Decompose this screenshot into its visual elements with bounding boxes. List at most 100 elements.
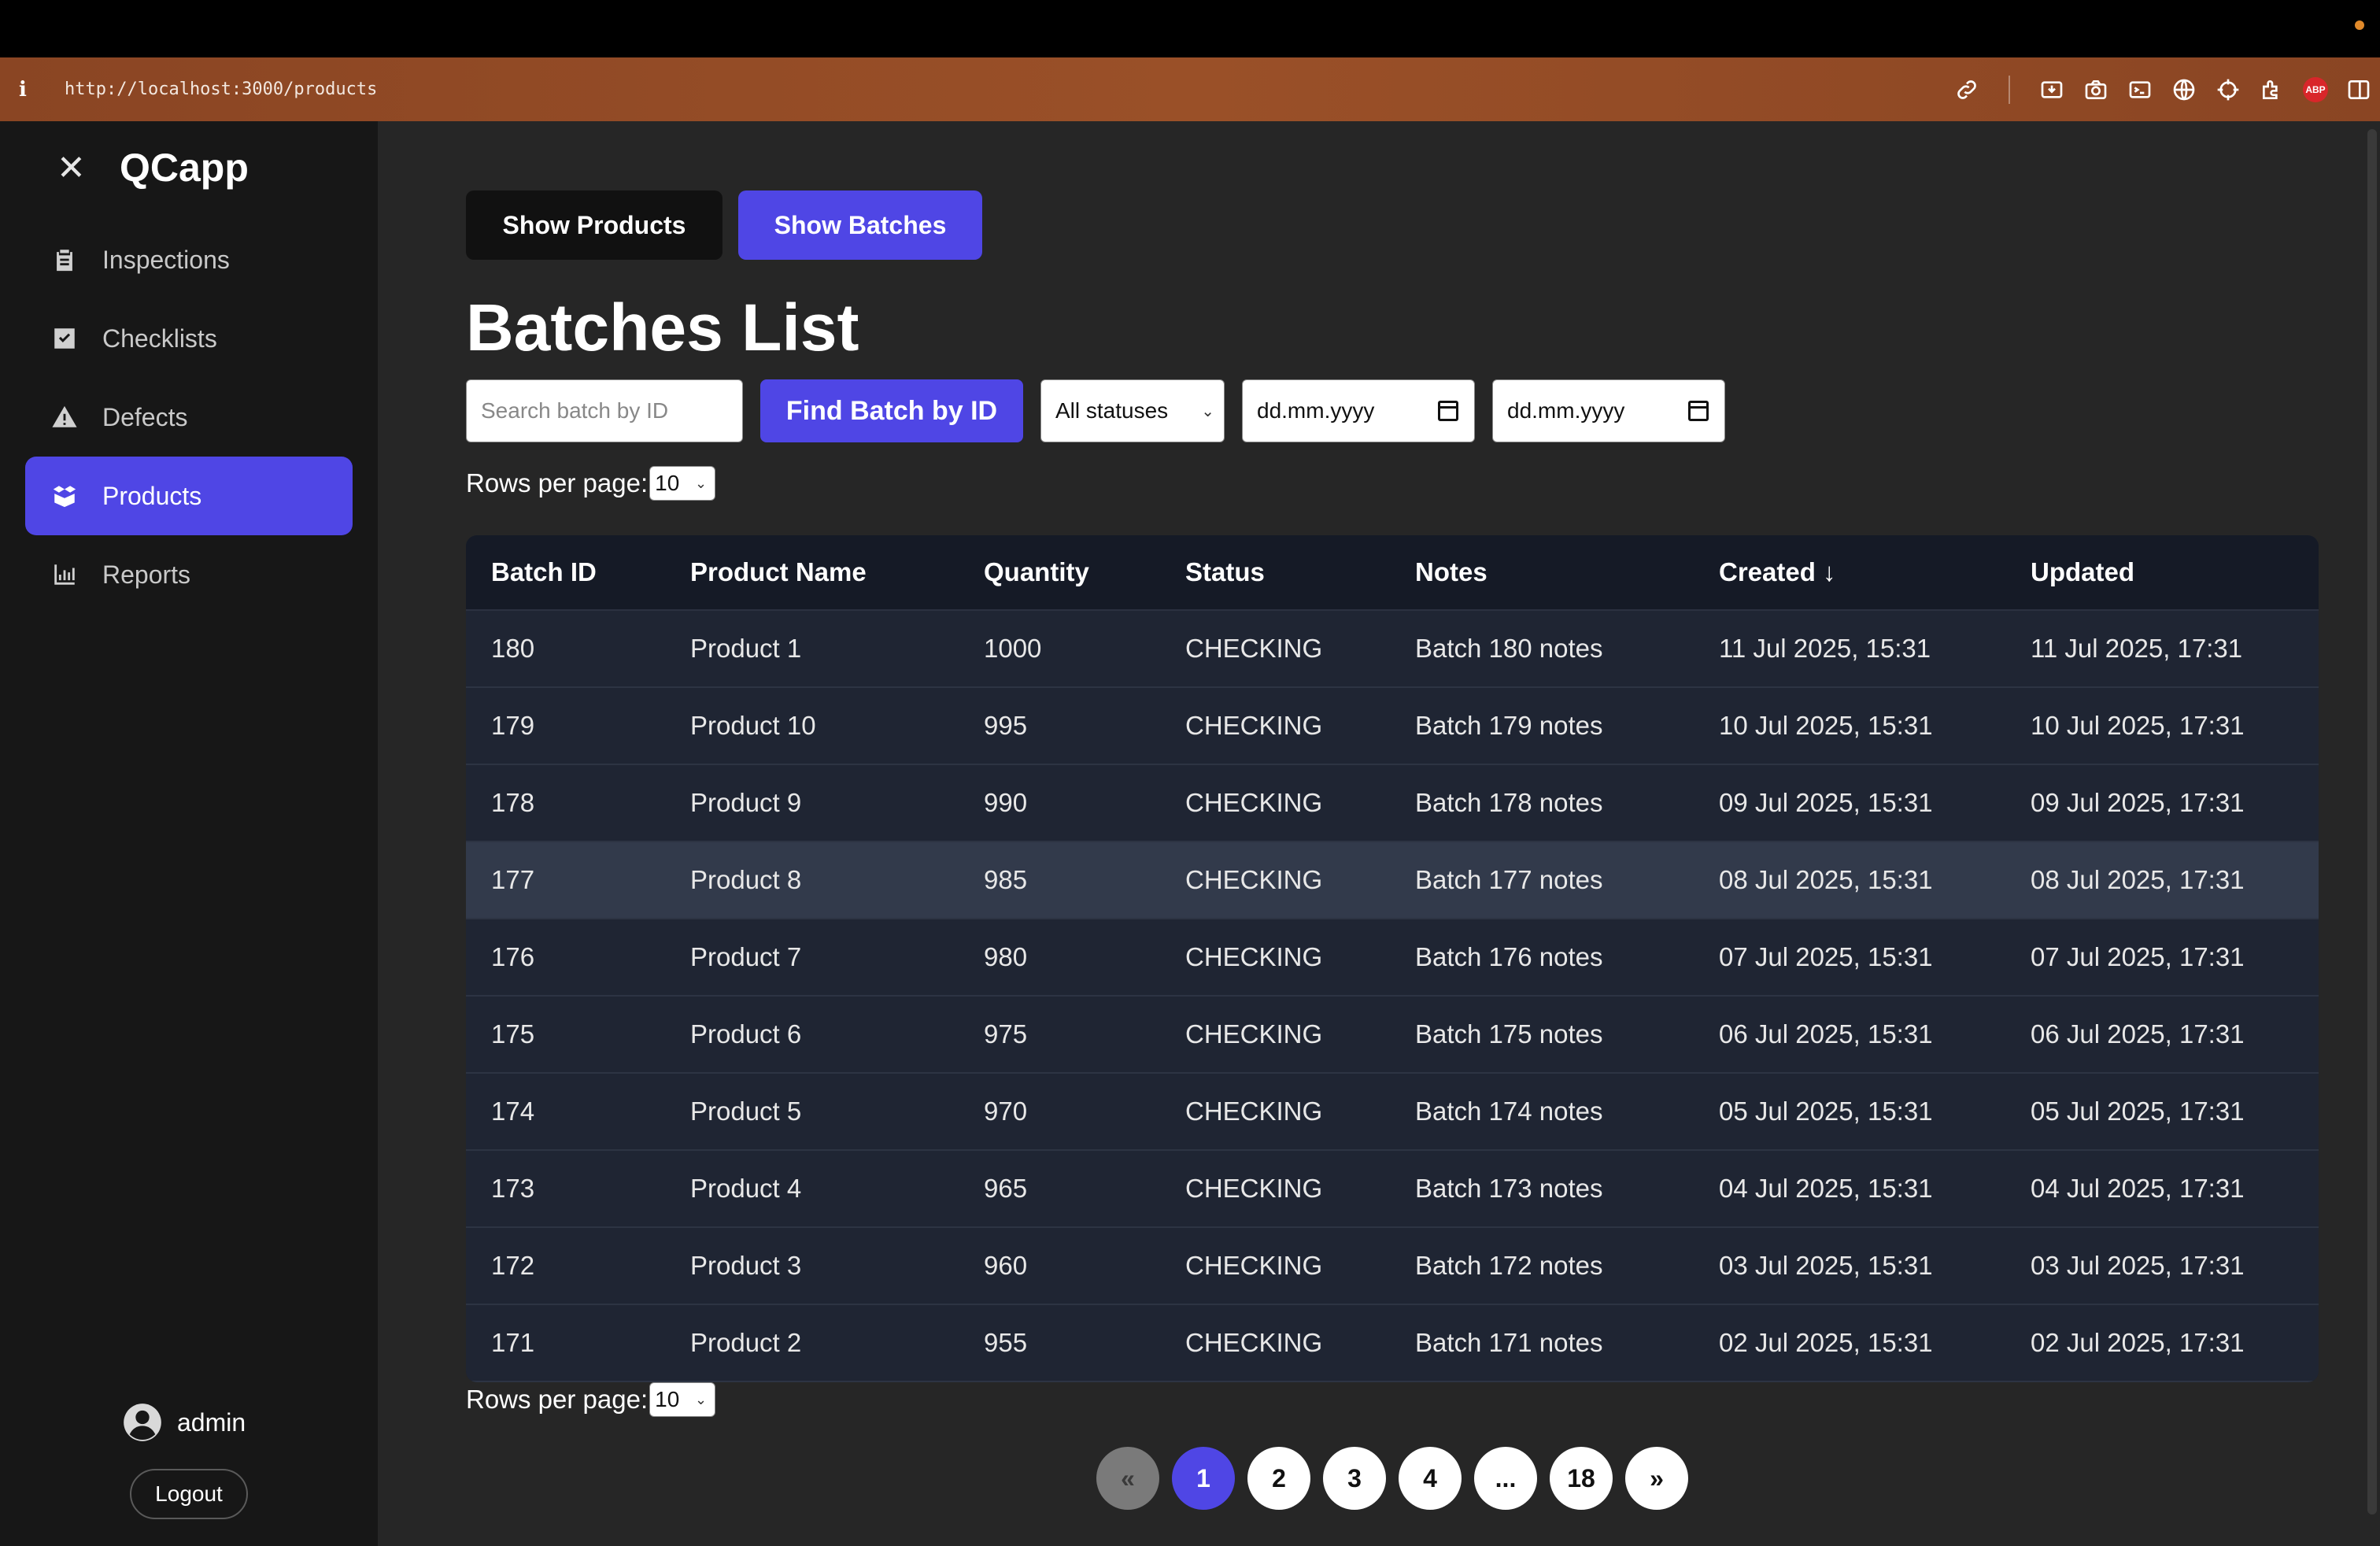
cell-quantity: 970 xyxy=(984,1097,1028,1126)
sidebar: ✕ QCapp Inspections Checklists Defects P… xyxy=(0,121,378,1546)
column-header-batch-id[interactable]: Batch ID xyxy=(466,557,665,587)
scrollbar-thumb[interactable] xyxy=(2367,129,2377,1515)
page-ellipsis: ... xyxy=(1474,1447,1537,1510)
page-scrollbar[interactable] xyxy=(2364,121,2380,1546)
user-avatar-icon xyxy=(124,1404,161,1441)
cell-created: 02 Jul 2025, 15:31 xyxy=(1719,1328,1933,1357)
page-button-4[interactable]: 4 xyxy=(1399,1447,1462,1510)
cell-created: 10 Jul 2025, 15:31 xyxy=(1719,711,1933,740)
page-button-2[interactable]: 2 xyxy=(1247,1447,1310,1510)
cell-status: CHECKING xyxy=(1185,942,1323,971)
sidebar-item-reports[interactable]: Reports xyxy=(25,535,353,614)
close-sidebar-icon[interactable]: ✕ xyxy=(57,148,96,188)
cell-batch-id: 176 xyxy=(491,942,535,971)
download-icon[interactable] xyxy=(2038,76,2065,103)
table-row[interactable]: 179 Product 10 995 CHECKING Batch 179 notes 1… xyxy=(466,688,2319,765)
cell-batch-id: 171 xyxy=(491,1328,535,1357)
column-header-notes[interactable]: Notes xyxy=(1390,557,1694,587)
sidebar-item-inspections[interactable]: Inspections xyxy=(25,220,353,299)
column-header-created[interactable]: Created ↓ xyxy=(1694,557,2005,587)
cell-quantity: 1000 xyxy=(984,634,1042,663)
date-to-value: dd.mm.yyyy xyxy=(1507,398,1625,423)
cell-updated: 08 Jul 2025, 17:31 xyxy=(2031,865,2245,894)
date-from-input[interactable]: dd.mm.yyyy xyxy=(1242,379,1475,442)
date-to-input[interactable]: dd.mm.yyyy xyxy=(1492,379,1725,442)
page-button-1[interactable]: 1 xyxy=(1172,1447,1235,1510)
camera-icon[interactable] xyxy=(2082,76,2109,103)
table-body: 180 Product 1 1000 CHECKING Batch 180 notes 1… xyxy=(466,611,2319,1382)
calendar-icon[interactable] xyxy=(1438,401,1458,421)
cell-quantity: 990 xyxy=(984,788,1028,817)
cell-notes: Batch 174 notes xyxy=(1415,1097,1603,1126)
cell-updated: 07 Jul 2025, 17:31 xyxy=(2031,942,2245,971)
cell-status: CHECKING xyxy=(1185,1328,1323,1357)
cell-updated: 02 Jul 2025, 17:31 xyxy=(2031,1328,2245,1357)
cell-created: 09 Jul 2025, 15:31 xyxy=(1719,788,1933,817)
calendar-icon[interactable] xyxy=(1688,401,1709,421)
sidebar-toggle-icon[interactable] xyxy=(2345,76,2372,103)
sidebar-item-defects[interactable]: Defects xyxy=(25,378,353,457)
column-header-updated[interactable]: Updated xyxy=(2005,557,2319,587)
column-header-product-name[interactable]: Product Name xyxy=(665,557,959,587)
sidebar-item-label: Defects xyxy=(102,402,188,431)
cell-product-name: Product 4 xyxy=(690,1174,802,1203)
table-row[interactable]: 172 Product 3 960 CHECKING Batch 172 notes 03… xyxy=(466,1228,2319,1305)
next-page-button[interactable]: » xyxy=(1625,1447,1688,1510)
table-row[interactable]: 171 Product 2 955 CHECKING Batch 171 notes 02… xyxy=(466,1305,2319,1382)
globe-icon[interactable] xyxy=(2171,76,2197,103)
table-row[interactable]: 180 Product 1 1000 CHECKING Batch 180 notes 1… xyxy=(466,611,2319,688)
cell-product-name: Product 6 xyxy=(690,1019,802,1049)
date-from-value: dd.mm.yyyy xyxy=(1257,398,1375,423)
page-title: Batches List xyxy=(466,290,859,364)
cell-product-name: Product 5 xyxy=(690,1097,802,1126)
browser-url-bar: i http://localhost:3000/products ABP xyxy=(0,57,2380,121)
sidebar-item-products[interactable]: Products xyxy=(25,457,353,535)
cell-created: 06 Jul 2025, 15:31 xyxy=(1719,1019,1933,1049)
cell-updated: 03 Jul 2025, 17:31 xyxy=(2031,1251,2245,1280)
link-icon[interactable] xyxy=(1953,76,1980,103)
column-header-quantity[interactable]: Quantity xyxy=(959,557,1160,587)
table-row[interactable]: 175 Product 6 975 CHECKING Batch 175 notes 06… xyxy=(466,997,2319,1074)
column-header-status[interactable]: Status xyxy=(1160,557,1390,587)
toolbar-separator xyxy=(2009,75,2010,104)
rows-per-page-top: Rows per page: 10 ⌄ xyxy=(466,466,716,501)
crosshair-icon[interactable] xyxy=(2215,76,2241,103)
prev-page-button[interactable]: « xyxy=(1096,1447,1159,1510)
rows-per-page-select[interactable]: 10 ⌄ xyxy=(649,466,716,501)
user-info: admin xyxy=(122,1402,246,1443)
search-batch-input[interactable]: Search batch by ID xyxy=(466,379,743,442)
cell-notes: Batch 176 notes xyxy=(1415,942,1603,971)
browser-toolbar: ABP xyxy=(1953,57,2372,121)
page-button-18[interactable]: 18 xyxy=(1550,1447,1613,1510)
status-select[interactable]: All statuses ⌄ xyxy=(1040,379,1225,442)
table-row[interactable]: 178 Product 9 990 CHECKING Batch 178 notes 09… xyxy=(466,765,2319,842)
cell-notes: Batch 172 notes xyxy=(1415,1251,1603,1280)
cell-status: CHECKING xyxy=(1185,1174,1323,1203)
cell-batch-id: 178 xyxy=(491,788,535,817)
adblock-icon[interactable]: ABP xyxy=(2303,76,2328,102)
find-batch-button[interactable]: Find Batch by ID xyxy=(760,379,1023,442)
table-row[interactable]: 173 Product 4 965 CHECKING Batch 173 notes 04… xyxy=(466,1151,2319,1228)
rows-per-page-bottom: Rows per page: 10 ⌄ xyxy=(466,1382,716,1417)
page-button-3[interactable]: 3 xyxy=(1323,1447,1386,1510)
sidebar-item-checklists[interactable]: Checklists xyxy=(25,299,353,378)
table-row[interactable]: 177 Product 8 985 CHECKING Batch 177 notes 08… xyxy=(466,842,2319,919)
cell-batch-id: 180 xyxy=(491,634,535,663)
table-header: Batch ID Product Name Quantity Status No… xyxy=(466,535,2319,611)
window-top-bar xyxy=(0,0,2380,57)
table-row[interactable]: 174 Product 5 970 CHECKING Batch 174 notes 05… xyxy=(466,1074,2319,1151)
cell-notes: Batch 178 notes xyxy=(1415,788,1603,817)
cell-product-name: Product 3 xyxy=(690,1251,802,1280)
terminal-icon[interactable] xyxy=(2127,76,2153,103)
table-row[interactable]: 176 Product 7 980 CHECKING Batch 176 notes 07… xyxy=(466,919,2319,997)
rows-per-page-select[interactable]: 10 ⌄ xyxy=(649,1382,716,1417)
show-batches-button[interactable]: Show Batches xyxy=(738,190,982,260)
logout-button[interactable]: Logout xyxy=(130,1469,248,1519)
cell-status: CHECKING xyxy=(1185,1019,1323,1049)
extensions-icon[interactable] xyxy=(2259,76,2286,103)
cell-notes: Batch 173 notes xyxy=(1415,1174,1603,1203)
site-info-icon[interactable]: i xyxy=(19,78,50,102)
show-products-button[interactable]: Show Products xyxy=(466,190,722,260)
url-text[interactable]: http://localhost:3000/products xyxy=(65,80,377,99)
cell-quantity: 980 xyxy=(984,942,1028,971)
